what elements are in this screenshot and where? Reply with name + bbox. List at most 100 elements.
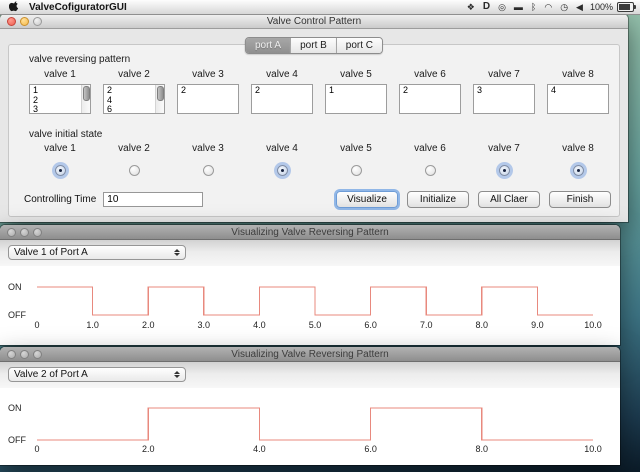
valve-3-pattern-list[interactable]: 2	[177, 84, 239, 114]
list-item[interactable]: 1	[33, 86, 87, 96]
valve-5-pattern-list[interactable]: 1	[325, 84, 387, 114]
traffic-lights	[7, 17, 42, 26]
x-tick-label: 4.0	[253, 320, 266, 330]
minimize-button[interactable]	[20, 17, 29, 26]
valve-6-initial-radio[interactable]	[425, 165, 436, 176]
window-title: Valve Control Pattern	[0, 16, 628, 27]
initial-state-columns: valve 1valve 2valve 3valve 4valve 5valve…	[29, 143, 609, 176]
list-item[interactable]: 2	[33, 96, 87, 106]
x-tick-label: 8.0	[476, 320, 489, 330]
zoom-button[interactable]	[33, 228, 42, 237]
viz1-title: Visualizing Valve Reversing Pattern	[0, 227, 620, 238]
visualize-button[interactable]: Visualize	[336, 191, 398, 208]
x-tick-label: 6.0	[364, 444, 377, 454]
list-item[interactable]: 3	[477, 86, 531, 96]
scrollbar-thumb[interactable]	[83, 86, 90, 101]
valve-label: valve 3	[192, 69, 224, 80]
battery-percent: 100%	[590, 2, 613, 12]
list-item[interactable]: 2	[181, 86, 235, 96]
viz1-titlebar[interactable]: Visualizing Valve Reversing Pattern	[0, 225, 620, 240]
initialize-button[interactable]: Initialize	[407, 191, 469, 208]
active-app-name[interactable]: ValveCofiguratorGUI	[29, 2, 127, 13]
valve-1-pattern-list[interactable]: 123	[29, 84, 91, 114]
tab-port-c[interactable]: port C	[336, 38, 382, 53]
x-tick-label: 0	[34, 444, 39, 454]
controlling-time-input[interactable]	[103, 192, 203, 207]
close-button[interactable]	[7, 17, 16, 26]
valve-3-initial-radio[interactable]	[203, 165, 214, 176]
main-titlebar[interactable]: Valve Control Pattern	[0, 14, 628, 29]
y-axis-label: ON	[8, 403, 22, 413]
list-item[interactable]: 4	[551, 86, 605, 96]
valve-4-initial-radio[interactable]	[277, 165, 288, 176]
scrollbar[interactable]	[155, 85, 164, 113]
y-axis-label: OFF	[8, 435, 26, 445]
list-item[interactable]: 3	[33, 105, 87, 114]
finish-button[interactable]: Finish	[549, 191, 611, 208]
waveform-line	[37, 408, 593, 440]
valve-6-pattern-list[interactable]: 2	[399, 84, 461, 114]
x-tick-label: 3.0	[198, 320, 211, 330]
valve-label: valve 8	[562, 143, 594, 154]
valve-4-pattern-list[interactable]: 2	[251, 84, 313, 114]
list-item[interactable]: 6	[107, 105, 161, 114]
valve-1-initial-radio[interactable]	[55, 165, 66, 176]
d-app-icon[interactable]: D	[483, 0, 490, 14]
antivirus-icon[interactable]: ❖	[467, 0, 475, 14]
x-tick-label: 7.0	[420, 320, 433, 330]
list-item[interactable]: 4	[107, 96, 161, 106]
zoom-button[interactable]	[33, 350, 42, 359]
valve-5-initial-radio[interactable]	[351, 165, 362, 176]
x-tick-label: 5.0	[309, 320, 322, 330]
x-tick-label: 6.0	[364, 320, 377, 330]
valve-2-initial-radio[interactable]	[129, 165, 140, 176]
apple-menu-icon[interactable]	[9, 1, 20, 13]
list-item[interactable]: 2	[403, 86, 457, 96]
valve-7-initial-radio[interactable]	[499, 165, 510, 176]
list-item[interactable]: 2	[107, 86, 161, 96]
list-item[interactable]: 1	[329, 86, 383, 96]
valve-label: valve 2	[118, 69, 150, 80]
valve2-waveform-chart: ONOFF02.04.06.08.010.0	[0, 384, 620, 462]
valve-7-pattern-list[interactable]: 3	[473, 84, 535, 114]
zoom-button[interactable]	[33, 17, 42, 26]
keyboard-battery-icon[interactable]: ▬	[514, 0, 523, 14]
viz1-valve-selector[interactable]: Valve 1 of Port A	[8, 245, 186, 260]
minimize-button[interactable]	[20, 350, 29, 359]
viz1-selector-value: Valve 1 of Port A	[14, 247, 88, 258]
menu-status-icons: ❖ D ◎ ▬ ᛒ ◠ ◷ ◀	[467, 0, 583, 14]
viz-window-2: Visualizing Valve Reversing Pattern Valv…	[0, 347, 620, 465]
valve-label: valve 6	[414, 69, 446, 80]
all-claer-button[interactable]: All Claer	[478, 191, 540, 208]
volume-icon[interactable]: ◀	[576, 0, 583, 14]
valve-8-pattern-list[interactable]: 4	[547, 84, 609, 114]
viz2-titlebar[interactable]: Visualizing Valve Reversing Pattern	[0, 347, 620, 362]
initial-state-column-7: valve 7	[473, 143, 535, 176]
y-axis-label: ON	[8, 282, 22, 292]
waveform-line	[37, 287, 593, 315]
bluetooth-icon[interactable]: ᛒ	[531, 0, 536, 14]
scrollbar[interactable]	[81, 85, 90, 113]
tab-port-a[interactable]: port A	[246, 38, 290, 53]
viz2-valve-selector[interactable]: Valve 2 of Port A	[8, 367, 186, 382]
pattern-column-4: valve 42	[251, 69, 313, 114]
time-machine-icon[interactable]: ◷	[560, 0, 568, 14]
minimize-button[interactable]	[20, 228, 29, 237]
x-tick-label: 4.0	[253, 444, 266, 454]
list-item[interactable]: 2	[255, 86, 309, 96]
wifi-icon[interactable]: ◠	[544, 0, 552, 14]
viz1-traffic-lights	[7, 228, 42, 237]
scrollbar-thumb[interactable]	[157, 86, 164, 101]
popup-stepper-icon	[174, 371, 180, 378]
disc-icon[interactable]: ◎	[498, 0, 506, 14]
close-button[interactable]	[7, 228, 16, 237]
close-button[interactable]	[7, 350, 16, 359]
valve-8-initial-radio[interactable]	[573, 165, 584, 176]
valve-label: valve 5	[340, 143, 372, 154]
tab-port-b[interactable]: port B	[290, 38, 336, 53]
viz2-traffic-lights	[7, 350, 42, 359]
x-tick-label: 9.0	[531, 320, 544, 330]
initial-state-column-5: valve 5	[325, 143, 387, 176]
valve-2-pattern-list[interactable]: 246	[103, 84, 165, 114]
valve-label: valve 6	[414, 143, 446, 154]
